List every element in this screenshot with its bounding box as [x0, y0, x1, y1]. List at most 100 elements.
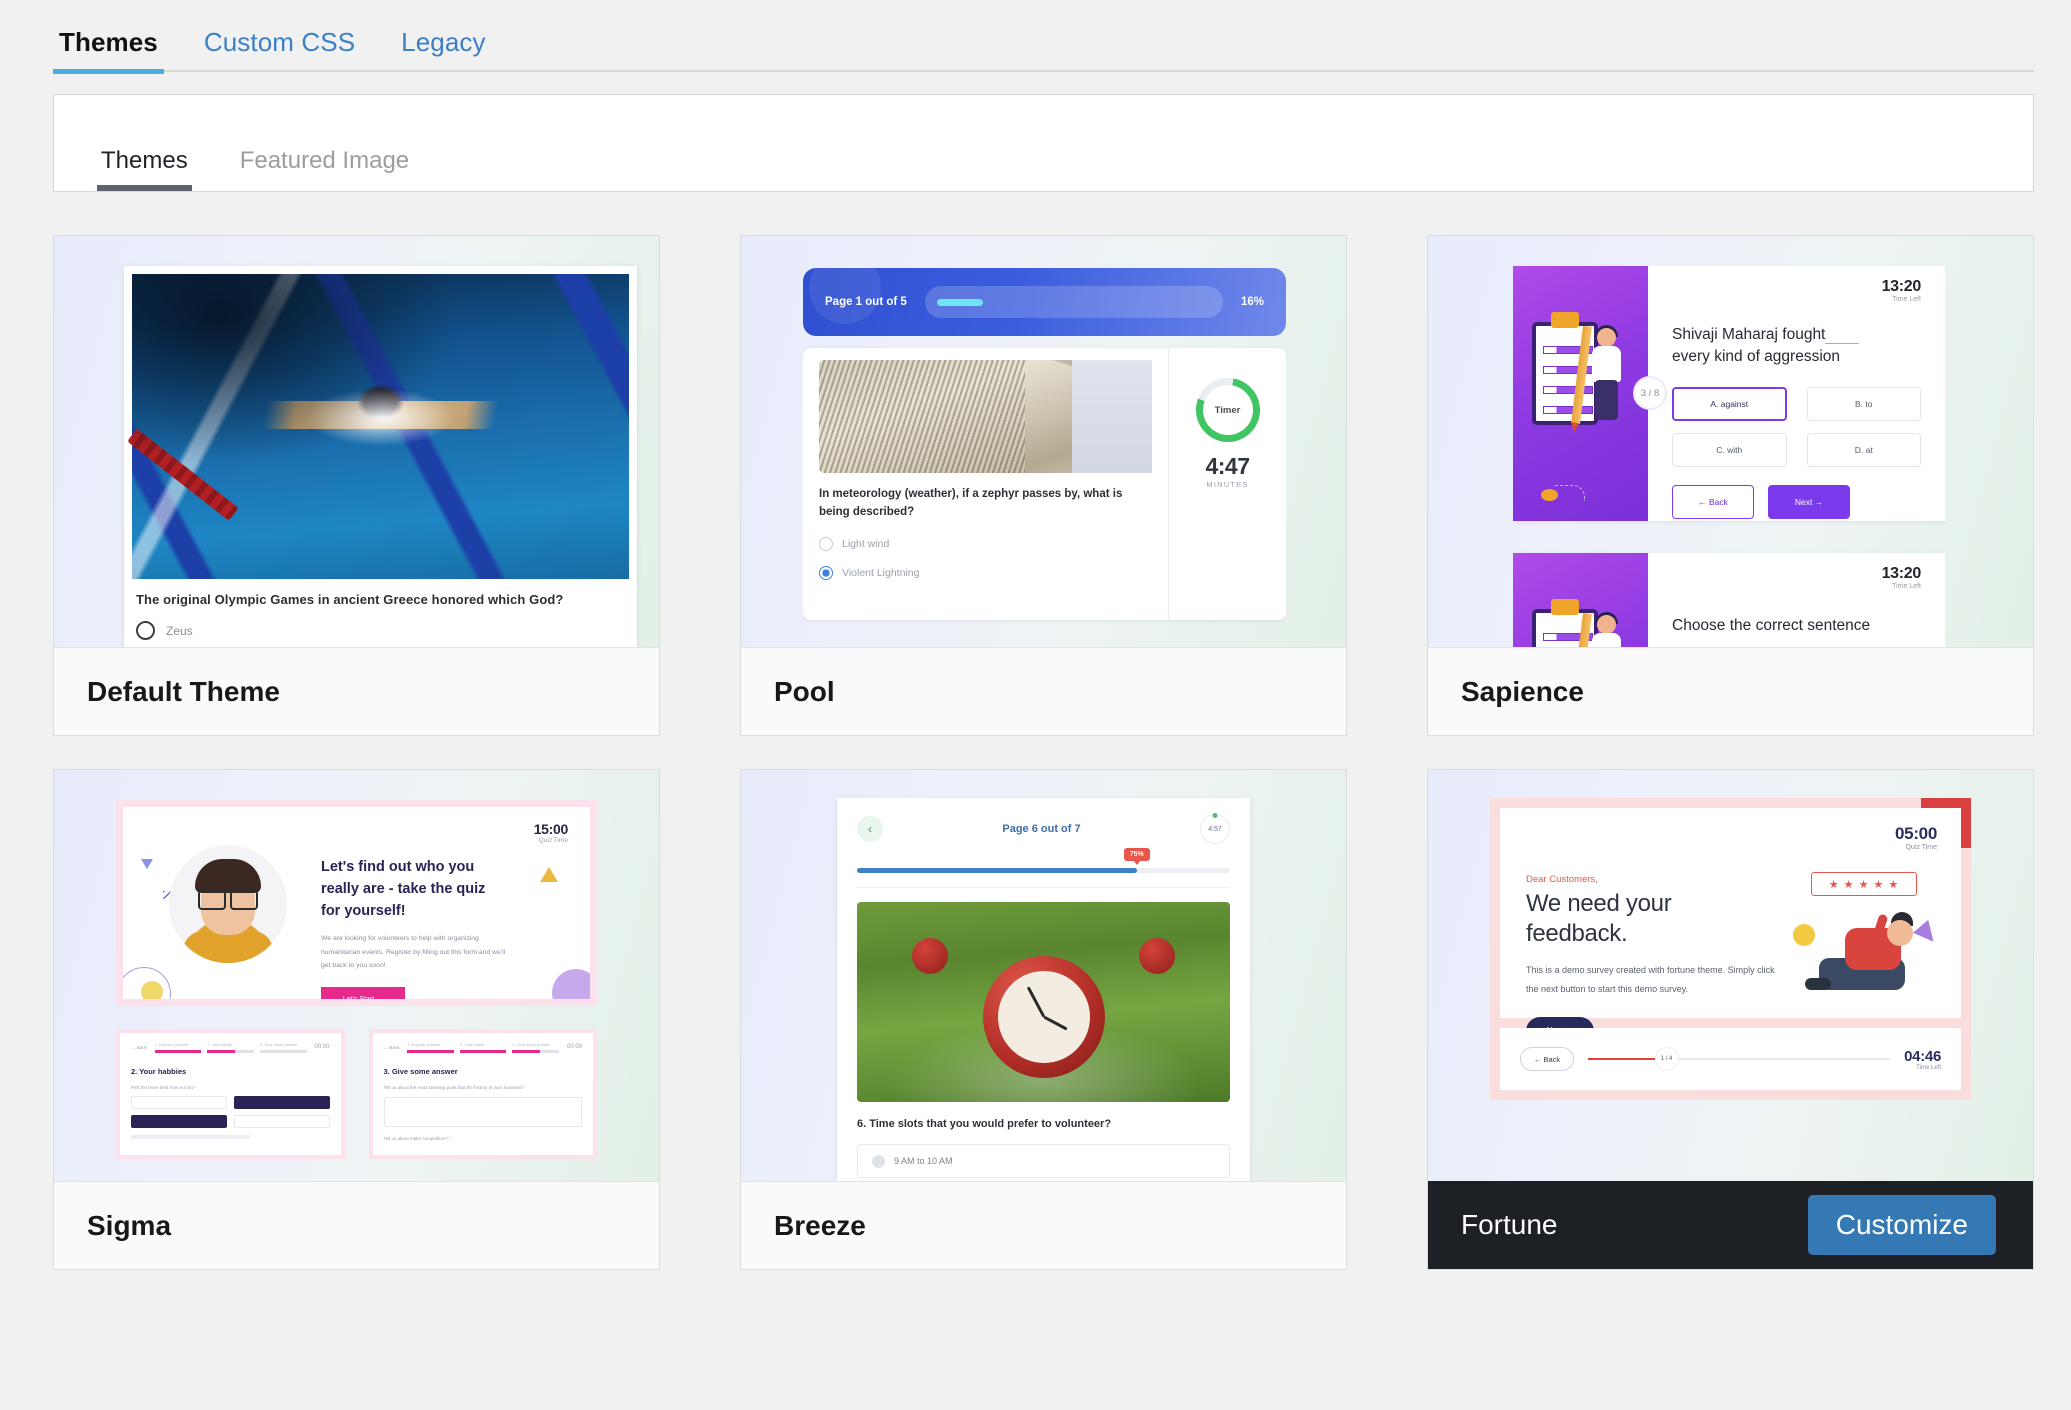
- preview-header: ‹ Page 6 out of 7 4:57 75%: [837, 798, 1250, 888]
- blank-underline: [1825, 326, 1860, 344]
- theme-card-footer: Pool: [741, 647, 1346, 735]
- radio-icon: [136, 621, 155, 640]
- question-line-1: Shivaji Maharaj fought: [1672, 326, 1826, 343]
- back-button: ← Back: [383, 1044, 400, 1050]
- step-1: 1. Explore yourself: [154, 1042, 202, 1053]
- timer-label: Time Left: [1892, 583, 1921, 590]
- timer-value: 00:00: [566, 1044, 582, 1051]
- back-button: ← Back: [1520, 1047, 1574, 1071]
- secondary-tab-panel: Themes Featured Image: [53, 94, 2034, 192]
- heading-line-1: We need your: [1526, 890, 1672, 917]
- swimmer-photo: [132, 274, 629, 579]
- preview-timer-area: Timer 4:47 MINUTES: [1168, 348, 1286, 620]
- tab-legacy[interactable]: Legacy: [395, 27, 491, 72]
- mini-choice-row: [131, 1114, 330, 1128]
- preview-mock-sapience: 3 / 8 13:20 Time Left Shivaji Maharaj fo…: [1513, 266, 1945, 647]
- mini-header: ← Back 1. Explore yourself 2. Your habit…: [383, 1042, 582, 1053]
- theme-grid: The original Olympic Games in ancient Gr…: [53, 235, 2034, 1270]
- doodle-icon: [1541, 485, 1587, 507]
- preview-question-area: In meteorology (weather), if a zephyr pa…: [803, 348, 1168, 620]
- step-indicator: 1. Explore yourself 2. Your habits 3. Gi…: [407, 1042, 559, 1053]
- theme-card-pool[interactable]: Page 1 out of 5 16% In meteorology (weat…: [740, 235, 1347, 736]
- timer-value: 04:46: [1904, 1047, 1941, 1065]
- preview-mock-breeze: ‹ Page 6 out of 7 4:57 75% 6. Time slots…: [837, 798, 1250, 1181]
- header-row: ‹ Page 6 out of 7 4:57: [857, 814, 1230, 844]
- progress-fill: [857, 868, 1137, 873]
- person-illustration: [1801, 912, 1931, 1002]
- option-d: D. at: [1806, 432, 1921, 467]
- preview-question: Shivaji Maharaj fought every kind of agg…: [1672, 324, 1921, 369]
- timer-value: 4:57: [1200, 814, 1230, 844]
- back-chevron-icon: ‹: [857, 816, 883, 842]
- theme-card-footer: Sigma: [54, 1181, 659, 1269]
- preview-option-label: Zeus: [166, 623, 193, 638]
- timer: 13:20 Time Left: [1881, 278, 1922, 303]
- preview-mini-row: ← Back 1. Explore yourself 2. Your habit…: [116, 1029, 597, 1159]
- theme-card-fortune[interactable]: 05:00 Quiz Time Dear Customers, We need …: [1427, 769, 2034, 1270]
- theme-preview-default-theme: The original Olympic Games in ancient Gr…: [54, 236, 659, 647]
- page-label: Page 6 out of 7: [1002, 823, 1081, 835]
- timer-label: Quiz Time: [1905, 844, 1937, 851]
- customize-button[interactable]: Customize: [1807, 1195, 1996, 1255]
- mini-textarea: [383, 1096, 582, 1127]
- mini-choice-row: [131, 1095, 330, 1109]
- preview-body: In meteorology (weather), if a zephyr pa…: [803, 348, 1286, 620]
- timer-ring-icon: Timer: [1195, 378, 1260, 442]
- theme-card-footer: Breeze: [741, 1181, 1346, 1269]
- preview-question-area: 13:20 Time Left Shivaji Maharaj fought e…: [1648, 266, 1945, 521]
- progress-fill: [936, 298, 984, 306]
- alarm-clock-photo: [857, 902, 1230, 1102]
- preview-panel-primary: 3 / 8 13:20 Time Left Shivaji Maharaj fo…: [1513, 266, 1945, 521]
- theme-title: Sapience: [1461, 675, 1584, 707]
- timer-value: 05:00: [1895, 824, 1937, 843]
- dot-decoration-icon: [141, 981, 163, 999]
- timer-label: Time Left: [1892, 296, 1921, 303]
- radio-icon: [872, 1154, 885, 1168]
- progress-track: 1 / 4: [1588, 1047, 1891, 1071]
- person-photo: [169, 845, 287, 963]
- radio-selected-icon: [819, 565, 833, 580]
- heading-line-2: feedback.: [1526, 920, 1628, 947]
- theme-title: Default Theme: [87, 675, 280, 707]
- preview-mock-pool: Page 1 out of 5 16% In meteorology (weat…: [803, 268, 1286, 647]
- timer-ring-label: Timer: [1202, 385, 1253, 435]
- primary-tab-bar: Themes Custom CSS Legacy: [0, 0, 2071, 74]
- preview-body-text: This is a demo survey created with fortu…: [1526, 965, 1775, 994]
- progress-percent: 16%: [1240, 296, 1264, 308]
- timer: 15:00 Quiz Time: [534, 821, 569, 844]
- page-label: Page 1 out of 5: [825, 296, 907, 308]
- preview-nav-bar: ← Back 1 / 4 04:46 Time Left: [1500, 1028, 1961, 1090]
- mini-subtext-2: Tell us about make competition? *: [383, 1135, 451, 1141]
- theme-preview-pool: Page 1 out of 5 16% In meteorology (weat…: [741, 236, 1346, 647]
- theme-card-sapience[interactable]: 3 / 8 13:20 Time Left Shivaji Maharaj fo…: [1427, 235, 2034, 736]
- preview-option: Zeus: [136, 621, 625, 640]
- next-button: Next →: [1768, 484, 1850, 519]
- subtab-themes[interactable]: Themes: [97, 147, 192, 191]
- preview-body-text: We are looking for volunteers to help wi…: [321, 935, 506, 970]
- theme-preview-sapience: 3 / 8 13:20 Time Left Shivaji Maharaj fo…: [1428, 236, 2033, 647]
- triangle-outline-icon: [540, 867, 558, 882]
- book-photo: [819, 360, 1153, 473]
- subtab-featured-image[interactable]: Featured Image: [236, 147, 413, 191]
- preview-options: A. against B. to C. with D. at: [1672, 386, 1921, 467]
- illustration-clipboard-person: [1513, 266, 1648, 521]
- preview-question: In meteorology (weather), if a zephyr pa…: [819, 488, 1123, 518]
- preview-question-area: 13:20 Time Left Choose the correct sente…: [1648, 553, 1945, 647]
- preview-card: 05:00 Quiz Time Dear Customers, We need …: [1500, 808, 1961, 1045]
- theme-card-breeze[interactable]: ‹ Page 6 out of 7 4:57 75% 6. Time slots…: [740, 769, 1347, 1270]
- question-counter-badge: 3 / 8: [1633, 376, 1667, 410]
- preview-mini-left: ← Back 1. Explore yourself 2. Your habit…: [116, 1029, 345, 1159]
- timer-value: 4:47: [1205, 453, 1250, 479]
- tab-themes[interactable]: Themes: [53, 27, 164, 74]
- progress-header: Page 1 out of 5 16%: [803, 268, 1286, 336]
- preview-option-label: 9 AM to 10 AM: [894, 1156, 953, 1166]
- preview-question: 6. Time slots that you would prefer to v…: [857, 1118, 1112, 1130]
- tab-custom-css[interactable]: Custom CSS: [198, 27, 361, 72]
- theme-title: Pool: [774, 675, 835, 707]
- timer-value: 13:20: [1881, 565, 1922, 582]
- preview-option: 9 AM to 10 AM: [857, 1144, 1230, 1178]
- theme-card-sigma[interactable]: 15:00 Quiz Time Let's find out who you r: [53, 769, 660, 1270]
- theme-card-default-theme[interactable]: The original Olympic Games in ancient Gr…: [53, 235, 660, 736]
- timer-value: 13:20: [1881, 278, 1922, 295]
- timer: 05:00 Quiz Time: [1895, 824, 1937, 851]
